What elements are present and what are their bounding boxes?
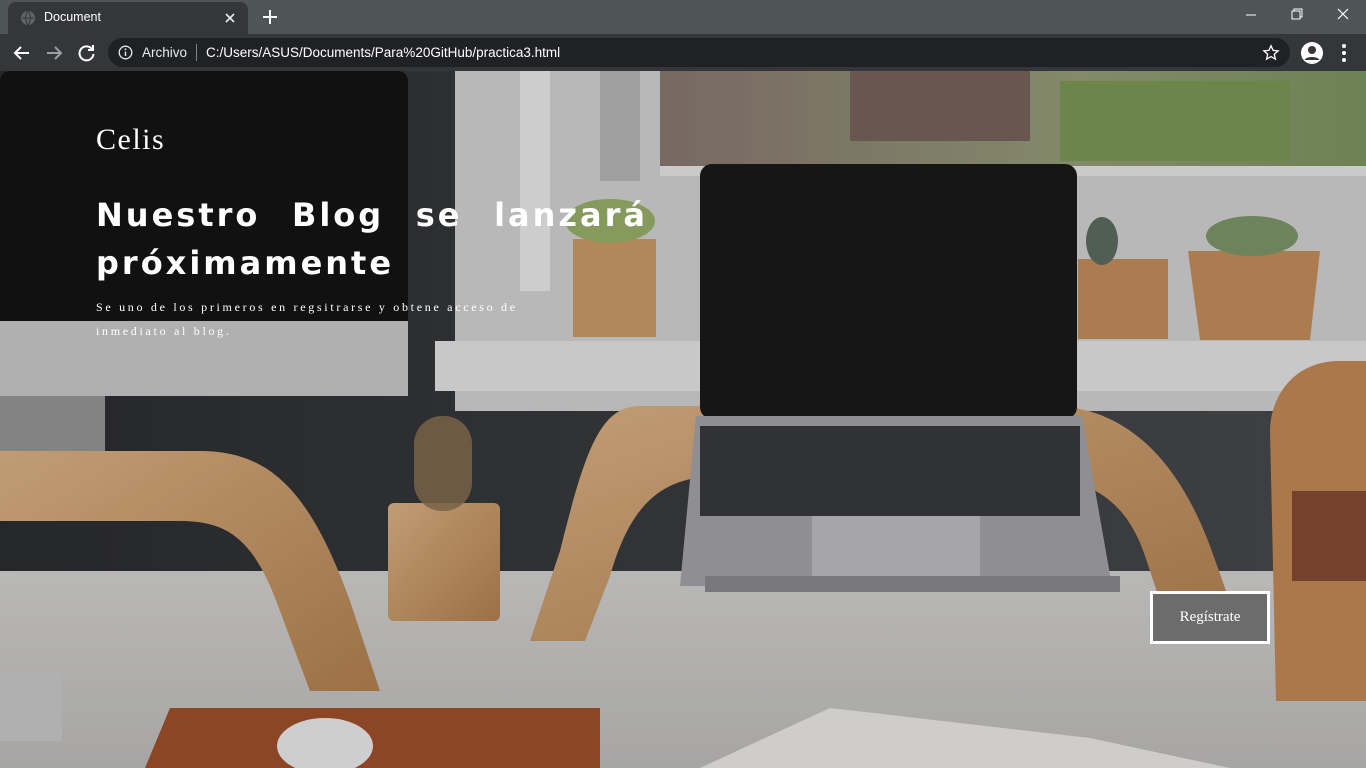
scheme-label: Archivo xyxy=(142,45,188,60)
forward-arrow-icon[interactable] xyxy=(41,40,67,66)
address-divider xyxy=(196,44,197,61)
url-text[interactable]: C:/Users/ASUS/Documents/Para%20GitHub/pr… xyxy=(206,45,560,60)
tab-title: Document xyxy=(44,10,101,24)
globe-icon xyxy=(21,10,35,26)
star-icon[interactable] xyxy=(1262,44,1280,62)
reload-icon[interactable] xyxy=(73,40,99,66)
info-icon[interactable] xyxy=(118,45,133,60)
window-close-icon[interactable] xyxy=(1320,0,1366,32)
profile-icon[interactable] xyxy=(1300,41,1324,65)
register-button[interactable]: Regístrate xyxy=(1150,591,1270,644)
address-bar[interactable]: Archivo C:/Users/ASUS/Documents/Para%20G… xyxy=(108,38,1290,67)
brand-logo[interactable]: Celis xyxy=(96,123,165,157)
kebab-menu-icon[interactable] xyxy=(1334,41,1354,65)
close-icon[interactable] xyxy=(222,10,238,26)
page-viewport: Celis Nuestro Blog se lanzará próximamen… xyxy=(0,71,1366,768)
page-title: Nuestro Blog se lanzará próximamente xyxy=(96,196,648,282)
browser-toolbar: Archivo C:/Users/ASUS/Documents/Para%20G… xyxy=(0,34,1366,71)
minimize-icon[interactable] xyxy=(1228,0,1274,32)
tab-strip: Document xyxy=(0,0,1366,34)
page-subtitle: Se uno de los primeros en regsitrarse y … xyxy=(96,300,518,338)
plus-icon[interactable] xyxy=(258,6,282,28)
tab-document[interactable]: Document xyxy=(8,2,248,34)
back-arrow-icon[interactable] xyxy=(9,40,35,66)
hero-background-image xyxy=(0,71,1366,768)
maximize-icon[interactable] xyxy=(1274,0,1320,32)
